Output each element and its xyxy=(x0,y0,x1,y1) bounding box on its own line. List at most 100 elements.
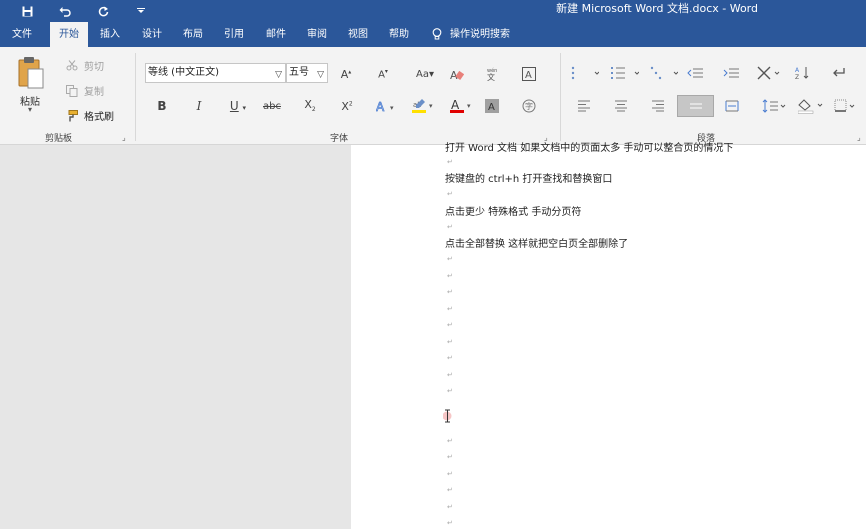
increase-indent-button[interactable] xyxy=(716,62,746,84)
svg-text:A: A xyxy=(488,102,495,113)
undo-icon[interactable] xyxy=(46,2,84,20)
document-paragraph[interactable]: 按键盘的 ctrl+h 打开查找和替换窗口 xyxy=(445,170,612,185)
document-paragraph[interactable]: 点击全部替换 这样就把空白页全部删除了 xyxy=(445,235,628,250)
show-hide-marks-button[interactable] xyxy=(824,62,854,84)
window-title: 新建 Microsoft Word 文档.docx - Word xyxy=(556,2,758,15)
document-paragraph[interactable]: 点击更少 特殊格式 手动分页符 xyxy=(445,203,581,218)
cut-label: 剪切 xyxy=(84,62,104,73)
character-shading-button[interactable]: A xyxy=(479,95,505,117)
shading-button[interactable] xyxy=(794,95,828,117)
phonetic-guide-button[interactable]: wén 文 xyxy=(479,63,505,85)
multilevel-list-button[interactable] xyxy=(645,62,683,84)
numbering-button[interactable] xyxy=(606,62,644,84)
clipboard-group-label: 剪贴板 xyxy=(45,134,73,144)
paragraph-mark-icon: ↵ xyxy=(447,255,453,263)
redo-icon[interactable] xyxy=(84,2,122,20)
lightbulb-icon xyxy=(432,28,442,40)
decrease-indent-button[interactable] xyxy=(680,62,710,84)
font-color-button[interactable]: A ▾ xyxy=(445,95,477,117)
tab-layout[interactable]: 布局 xyxy=(175,22,211,47)
paragraph-mark-icon: ↵ xyxy=(447,486,453,494)
paint-bucket-icon xyxy=(798,99,823,114)
format-painter-button[interactable]: 格式刷 xyxy=(66,108,114,123)
font-size-value: 五号 xyxy=(289,67,309,78)
align-left-icon xyxy=(578,100,590,112)
tell-me-search[interactable]: 操作说明搜索 xyxy=(432,22,510,47)
clear-formatting-button[interactable]: A xyxy=(444,63,470,85)
change-case-button[interactable]: Aa▾ xyxy=(410,63,440,85)
subscript-button[interactable]: X2 xyxy=(297,95,323,117)
document-page[interactable]: 打开 Word 文档 如果文档中的页面太多 手动可以整合页的情况下 ↵ 按键盘的… xyxy=(351,143,866,529)
svg-text:▾: ▾ xyxy=(390,104,394,112)
strikethrough-button[interactable]: abc xyxy=(259,95,285,117)
subscript-icon: X2 xyxy=(304,98,316,114)
save-icon[interactable] xyxy=(8,2,46,20)
paragraph-mark-icon: ↵ xyxy=(447,519,453,527)
bullets-button[interactable] xyxy=(566,62,604,84)
tab-design[interactable]: 设计 xyxy=(134,22,170,47)
svg-text:A: A xyxy=(376,100,385,113)
grow-font-icon: A▴ xyxy=(340,67,352,81)
character-border-button[interactable]: A xyxy=(516,63,542,85)
justify-button[interactable] xyxy=(677,95,714,117)
align-center-button[interactable] xyxy=(606,95,636,117)
align-center-icon xyxy=(615,100,627,112)
italic-button[interactable]: I xyxy=(186,95,212,117)
font-name-value: 等线 (中文正文) xyxy=(148,67,219,78)
font-size-combobox[interactable]: 五号 ▽ xyxy=(286,63,328,83)
customize-qat-icon[interactable] xyxy=(122,2,160,20)
svg-text:A: A xyxy=(525,70,532,81)
paragraph-mark-icon: ↵ xyxy=(447,223,453,231)
enclose-characters-button[interactable]: 字 xyxy=(516,95,542,117)
tab-mailings[interactable]: 邮件 xyxy=(258,22,294,47)
grow-font-button[interactable]: A▴ xyxy=(333,63,359,85)
phonetic-guide-icon: wén文 xyxy=(487,67,497,81)
paste-icon[interactable] xyxy=(17,56,45,89)
bold-button[interactable]: B xyxy=(149,95,175,117)
font-name-combobox[interactable]: 等线 (中文正文) ▽ xyxy=(145,63,286,83)
character-border-icon: A xyxy=(522,67,536,81)
increase-indent-icon xyxy=(723,68,739,78)
tab-insert[interactable]: 插入 xyxy=(92,22,128,47)
paragraph-mark-icon: ↵ xyxy=(447,503,453,511)
paragraph-launcher-icon[interactable]: ⌟ xyxy=(857,133,861,142)
chevron-down-icon[interactable]: ▽ xyxy=(317,66,324,84)
distributed-button[interactable] xyxy=(717,95,747,117)
highlight-color-button[interactable]: ab▾ xyxy=(407,95,439,117)
document-paragraph[interactable]: 打开 Word 文档 如果文档中的页面太多 手动可以整合页的情况下 xyxy=(445,139,733,154)
ribbon-tab-bar: 文件 开始 插入 设计 布局 引用 邮件 审阅 视图 帮助 操作说明搜索 xyxy=(0,22,866,47)
svg-text:▾: ▾ xyxy=(429,102,433,110)
asian-layout-button[interactable] xyxy=(752,62,786,84)
superscript-button[interactable]: X2 xyxy=(334,95,360,117)
clipboard-launcher-icon[interactable]: ⌟ xyxy=(122,133,126,142)
paste-dropdown-icon[interactable]: ▾ xyxy=(28,105,32,114)
numbering-icon xyxy=(611,67,639,79)
tab-references[interactable]: 引用 xyxy=(216,22,252,47)
copy-button[interactable]: 复制 xyxy=(66,83,104,98)
tab-file[interactable]: 文件 xyxy=(0,22,44,47)
svg-text:Z: Z xyxy=(795,74,799,80)
cut-button[interactable]: 剪切 xyxy=(66,58,104,73)
align-left-button[interactable] xyxy=(569,95,599,117)
superscript-icon: X2 xyxy=(341,99,353,113)
line-spacing-button[interactable] xyxy=(757,95,791,117)
shrink-font-button[interactable]: A▾ xyxy=(370,63,396,85)
strikethrough-icon: abc xyxy=(263,100,281,112)
underline-button[interactable]: U ▾ xyxy=(221,95,255,117)
chevron-down-icon[interactable]: ▽ xyxy=(275,66,282,84)
tab-review[interactable]: 审阅 xyxy=(299,22,335,47)
bullets-icon xyxy=(571,66,599,80)
quick-access-toolbar xyxy=(8,2,160,20)
title-bar: 新建 Microsoft Word 文档.docx - Word xyxy=(0,0,866,22)
bold-icon: B xyxy=(157,99,167,113)
tab-view[interactable]: 视图 xyxy=(340,22,376,47)
enclose-characters-icon: 字 xyxy=(522,99,536,113)
borders-button[interactable] xyxy=(830,95,860,117)
format-painter-label: 格式刷 xyxy=(84,112,114,123)
sort-button[interactable]: AZ xyxy=(787,62,817,84)
align-right-button[interactable] xyxy=(643,95,673,117)
tab-help[interactable]: 帮助 xyxy=(381,22,417,47)
tab-home[interactable]: 开始 xyxy=(50,22,88,47)
text-effects-button[interactable]: A ▾ xyxy=(372,95,402,117)
font-color-icon: A ▾ xyxy=(450,98,471,113)
